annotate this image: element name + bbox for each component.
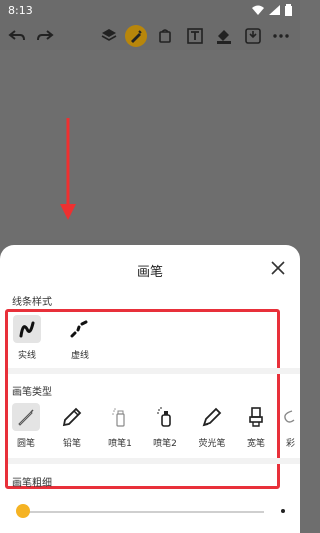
color-brush-icon: [278, 403, 298, 431]
signal-icon: [269, 5, 280, 18]
status-time: 8:13: [8, 4, 33, 17]
brush-wide[interactable]: 宽笔: [238, 403, 274, 449]
redo-icon[interactable]: [34, 25, 56, 47]
brush-type-label: 画笔类型: [12, 387, 52, 398]
solid-line-icon: [13, 315, 41, 343]
save-icon[interactable]: [242, 25, 264, 47]
wifi-icon: [252, 5, 264, 18]
pencil-icon: [58, 403, 86, 431]
bucket-icon[interactable]: [154, 25, 176, 47]
pen-icon[interactable]: [125, 25, 147, 47]
divider: [8, 368, 300, 374]
brush-label-color: 彩: [286, 439, 296, 449]
brush-size-label: 画笔粗细: [12, 478, 52, 489]
brush-airbrush-1[interactable]: 喷笔1: [102, 403, 138, 449]
brush-size-slider-thumb[interactable]: [16, 504, 30, 518]
brush-size-slider-track[interactable]: [24, 511, 264, 513]
brush-label-highlighter: 荧光笔: [198, 439, 226, 449]
brush-label-round: 圆笔: [16, 439, 35, 449]
spray-can-icon: [106, 403, 134, 431]
divider: [8, 458, 300, 464]
brush-label-pencil: 铅笔: [62, 439, 81, 449]
spray-bottle-icon: [151, 403, 179, 431]
line-style-label-dashed: 虚线: [70, 351, 89, 361]
brush-highlighter[interactable]: 荧光笔: [194, 403, 230, 449]
close-icon[interactable]: [270, 260, 286, 276]
dashed-line-icon: [66, 315, 94, 343]
text-icon[interactable]: [184, 25, 206, 47]
arrow-annotation: [60, 118, 76, 220]
brush-label-wide: 宽笔: [246, 439, 265, 449]
line-style-label-solid: 实线: [17, 351, 36, 361]
fill-icon[interactable]: [213, 25, 235, 47]
round-brush-icon: [12, 403, 40, 431]
layers-icon[interactable]: [98, 25, 120, 47]
undo-icon[interactable]: [6, 25, 28, 47]
line-style-dashed[interactable]: 虚线: [62, 315, 98, 361]
more-icon[interactable]: [270, 25, 292, 47]
status-bar: 8:13: [0, 0, 300, 22]
top-toolbar: [0, 22, 300, 50]
brush-size-preview-dot: [281, 509, 285, 513]
brush-round[interactable]: 圆笔: [8, 403, 44, 449]
wide-brush-icon: [242, 403, 270, 431]
status-icons: [252, 4, 292, 19]
drawing-canvas[interactable]: [0, 50, 300, 245]
line-style-solid[interactable]: 实线: [9, 315, 45, 361]
brush-settings-sheet: 画笔 线条样式 实线 虚线 画笔类型 圆笔 铅笔 喷笔1 喷笔2 荧光笔 宽笔 …: [0, 245, 300, 533]
brush-pencil[interactable]: 铅笔: [54, 403, 90, 449]
battery-icon: [285, 4, 292, 19]
highlighter-icon: [198, 403, 226, 431]
line-style-label: 线条样式: [12, 297, 52, 308]
brush-airbrush-2[interactable]: 喷笔2: [147, 403, 183, 449]
sheet-title: 画笔: [136, 265, 163, 280]
brush-label-airbrush-1: 喷笔1: [108, 439, 132, 449]
brush-color[interactable]: 彩: [276, 403, 300, 449]
brush-label-airbrush-2: 喷笔2: [153, 439, 177, 449]
